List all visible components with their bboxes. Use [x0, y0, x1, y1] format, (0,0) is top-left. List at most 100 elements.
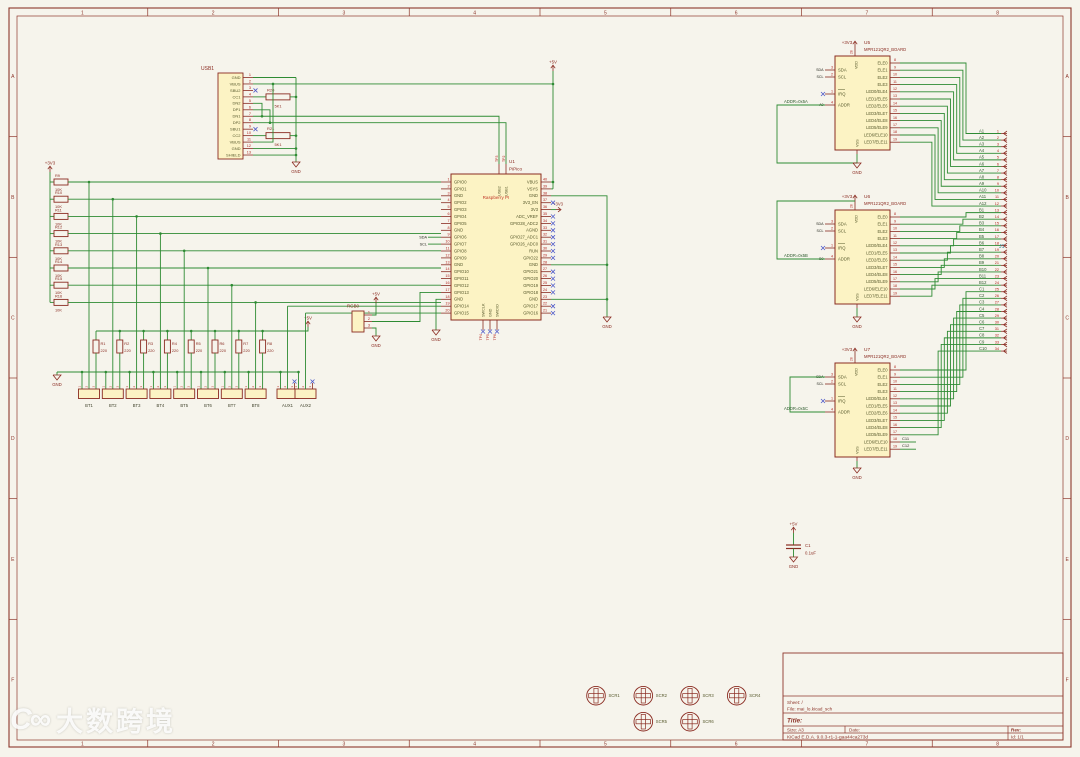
pin-name: VSS — [856, 293, 860, 301]
chip-value: MPR121QR2_BOARD — [864, 201, 906, 206]
pin-name: GPIO4 — [454, 214, 467, 219]
net-label: C3 — [979, 300, 985, 305]
net-label: B4 — [979, 227, 985, 232]
resistor-ref: R9 — [55, 173, 60, 178]
pin-number: 1 — [149, 386, 153, 388]
pin-number: 33 — [543, 226, 547, 230]
pin-number: 11 — [446, 247, 450, 251]
pin-number: 22 — [543, 302, 547, 306]
pin-number: 15 — [893, 109, 897, 113]
button-connector-body — [197, 388, 219, 399]
frame-row-label: F — [1066, 677, 1069, 683]
resistor-ref: R11 — [55, 207, 62, 212]
chip-ref: U5 — [864, 40, 870, 46]
junction-dot — [605, 263, 609, 267]
mounting-hole — [586, 685, 606, 706]
screw-ref: SCR1 — [609, 693, 621, 698]
resistor-ref: R21 — [267, 126, 275, 131]
pin-number: 39 — [543, 184, 547, 188]
pin-name: IRQ — [838, 398, 846, 403]
pin-number: 10 — [995, 189, 999, 193]
net-label: SDA — [816, 68, 824, 72]
frame-col-label: 3 — [342, 10, 345, 16]
net-label: C2 — [979, 293, 985, 298]
net-label: B8 — [979, 254, 985, 259]
pin-number: 28 — [850, 357, 854, 361]
net-label: SCL — [420, 243, 427, 247]
addr-label: ADDR=0x5B — [784, 253, 808, 258]
mounting-hole-cross — [682, 719, 698, 725]
pin-number: 34 — [995, 347, 999, 351]
gnd-symbol — [431, 329, 441, 336]
pin-number: 36 — [543, 205, 547, 209]
pin-number: 30 — [995, 320, 999, 324]
resistor-body — [235, 339, 243, 354]
frame-row-label: E — [11, 557, 15, 563]
pin-number: 20 — [445, 309, 449, 313]
frame-col-label: 4 — [473, 10, 476, 16]
pin-number: 12 — [445, 253, 449, 257]
resistor-value: 220 — [267, 348, 274, 353]
pin-name: GPIO17 — [523, 304, 539, 309]
resistor-ref: R6 — [220, 341, 225, 346]
pin-name: GPIO6 — [454, 235, 467, 240]
button-connector-body — [125, 388, 148, 399]
wire — [253, 122, 507, 164]
pin-name: LED7/ELE11 — [864, 294, 888, 299]
power-label: +3V3 — [45, 161, 56, 166]
pin-number: 3 — [187, 386, 191, 388]
pin-name: LED1/ELE5 — [866, 96, 888, 101]
pin-number: 9 — [249, 125, 251, 129]
pin-name: LED7/ELE11 — [864, 140, 888, 145]
resistor-ref: R10 — [55, 190, 63, 195]
pin-number: 22 — [995, 268, 999, 272]
net-label: A12 — [979, 201, 987, 206]
pin-number: 26 — [543, 274, 547, 278]
pin-name: GND — [454, 193, 463, 198]
gnd-label: GND — [789, 564, 799, 569]
pin-number: 32 — [543, 233, 547, 237]
net-label: C6 — [979, 319, 985, 324]
pin-name: LED2/ELE6 — [866, 258, 888, 263]
mounting-hole — [680, 711, 700, 732]
button-ref: BT8 — [252, 403, 260, 408]
pin-number: 28 — [543, 260, 547, 264]
schematic-svg: 1122334455667788A AB BC CD DE EF FUSB11GND2VBU… — [8, 7, 1072, 748]
pin-name: LED0/ELE4 — [866, 396, 888, 401]
mounting-hole — [633, 685, 654, 706]
pin-number: 34 — [543, 219, 547, 223]
pin-number: 1 — [276, 386, 280, 388]
net-label: C11 — [902, 436, 910, 441]
net-label: A4 — [979, 148, 985, 153]
pin-name: ELE3 — [877, 82, 888, 87]
pin-name: CC1 — [232, 94, 241, 99]
pin-number: 6 — [447, 212, 449, 216]
tb-size: Size: A3 — [787, 728, 804, 733]
resistor-ref: R7 — [243, 341, 248, 346]
net-label: B1 — [979, 207, 985, 212]
pin-number: 6 — [997, 162, 999, 166]
pin-name: GPIO15 — [454, 311, 470, 316]
resistor-body — [211, 339, 219, 354]
power-label: +3V3 — [842, 194, 853, 199]
pin-name: LED3/ELE7 — [866, 265, 888, 270]
net-label: A10 — [979, 188, 987, 193]
pin-number: 15 — [893, 416, 897, 420]
frame-row-label: D — [11, 436, 15, 442]
pin-number: 24 — [543, 288, 547, 292]
net-label: B2 — [979, 214, 985, 219]
resistor-ref: R2 — [124, 341, 129, 346]
net-label: C1 — [979, 287, 985, 292]
mounting-hole-cross — [687, 688, 693, 704]
mounting-hole-cross — [640, 688, 646, 704]
pin-number: 23 — [543, 295, 547, 299]
resistor-ref: R8 — [267, 341, 272, 346]
pin-name: USB1 — [504, 186, 508, 196]
pin-number: 11 — [893, 387, 897, 391]
pin-number: 15 — [893, 263, 897, 267]
pin-name: GPIO7 — [454, 242, 467, 247]
pin-number: 38 — [543, 191, 547, 195]
net-label: A9 — [979, 181, 985, 186]
resistor-body — [53, 212, 69, 220]
pin-number: 28 — [850, 50, 854, 54]
